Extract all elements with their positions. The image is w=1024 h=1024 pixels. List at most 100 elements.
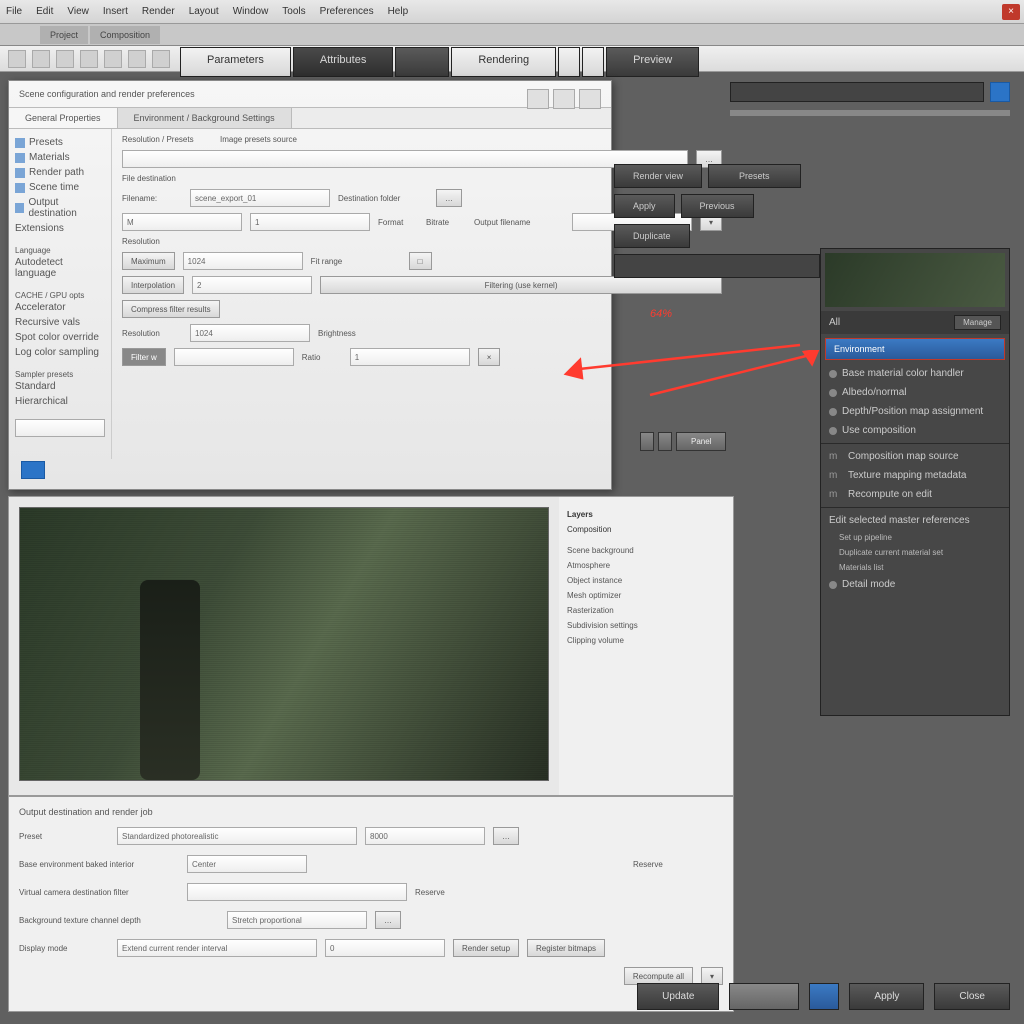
nav-materials[interactable]: Materials xyxy=(15,150,105,165)
dialog-close-icon[interactable] xyxy=(579,89,601,109)
input-bgtex[interactable] xyxy=(227,911,367,929)
dialog-min-icon[interactable] xyxy=(527,89,549,109)
panel-item[interactable]: Depth/Position map assignment xyxy=(821,402,1009,421)
nav-recursive[interactable]: Recursive vals xyxy=(15,315,105,330)
nav-log[interactable]: Log color sampling xyxy=(15,345,105,360)
input-resolution[interactable] xyxy=(122,150,688,168)
tab-blank2[interactable] xyxy=(558,47,580,77)
input-ratio[interactable] xyxy=(350,348,470,366)
interp-button[interactable]: Interpolation xyxy=(122,276,184,294)
mid-tool-icon[interactable] xyxy=(658,432,672,451)
apply-button[interactable]: Apply xyxy=(614,194,675,218)
input-display[interactable] xyxy=(117,939,317,957)
menu-file[interactable]: File xyxy=(6,6,22,17)
list-item[interactable]: Subdivision settings xyxy=(567,618,725,633)
dialog-max-icon[interactable] xyxy=(553,89,575,109)
tab-blank1[interactable] xyxy=(395,47,449,77)
compress-button[interactable]: Compress filter results xyxy=(122,300,220,318)
tab-parameters[interactable]: Parameters xyxy=(180,47,291,77)
panel-item[interactable]: mTexture mapping metadata xyxy=(821,466,1009,485)
menu-edit[interactable]: Edit xyxy=(36,6,53,17)
ratio-close-button[interactable]: × xyxy=(478,348,501,366)
panel-item[interactable]: Albedo/normal xyxy=(821,383,1009,402)
menu-help[interactable]: Help xyxy=(388,6,409,17)
fit-button[interactable]: □ xyxy=(409,252,432,270)
tab-blank3[interactable] xyxy=(582,47,604,77)
footer-update-button[interactable]: Update xyxy=(637,983,719,1010)
nav-search-input[interactable] xyxy=(15,419,105,437)
input-preset-num[interactable] xyxy=(365,827,485,845)
previous-button[interactable]: Previous xyxy=(681,194,754,218)
zoom-slider[interactable] xyxy=(730,110,1010,116)
filter-kernel-button[interactable]: Filtering (use kernel) xyxy=(320,276,722,294)
nav-scene-time[interactable]: Scene time xyxy=(15,180,105,195)
input-preset[interactable] xyxy=(117,827,357,845)
nav-presets[interactable]: Presets xyxy=(15,135,105,150)
list-item[interactable]: Rasterization xyxy=(567,603,725,618)
tab-rendering[interactable]: Rendering xyxy=(451,47,556,77)
nav-extensions[interactable]: Extensions xyxy=(15,221,105,236)
max-button[interactable]: Maximum xyxy=(122,252,175,270)
menu-insert[interactable]: Insert xyxy=(103,6,128,17)
panel-subitem[interactable]: Duplicate current material set xyxy=(821,545,1009,560)
nav-hier[interactable]: Hierarchical xyxy=(15,394,105,409)
list-item[interactable]: Scene background xyxy=(567,543,725,558)
menu-view[interactable]: View xyxy=(67,6,89,17)
panel-item[interactable]: Base material color handler xyxy=(821,364,1009,383)
panel-item[interactable]: mComposition map source xyxy=(821,447,1009,466)
footer-blank2-button[interactable] xyxy=(809,983,839,1010)
nav-standard[interactable]: Standard xyxy=(15,379,105,394)
input-filter-w[interactable] xyxy=(174,348,294,366)
input-base-env[interactable] xyxy=(187,855,307,873)
input-filename[interactable] xyxy=(190,189,330,207)
menu-tools[interactable]: Tools xyxy=(282,6,305,17)
input-m-val[interactable] xyxy=(250,213,370,231)
panel-item[interactable]: Detail mode xyxy=(821,575,1009,594)
footer-apply-button[interactable]: Apply xyxy=(849,983,924,1010)
menu-layout[interactable]: Layout xyxy=(189,6,219,17)
window-close-button[interactable]: × xyxy=(1002,4,1020,20)
nav-autodetect[interactable]: Autodetect language xyxy=(15,255,105,281)
right-mid-input[interactable] xyxy=(614,254,820,278)
doc-tab-composition[interactable]: Composition xyxy=(90,26,160,44)
panel-item[interactable]: Use composition xyxy=(821,421,1009,440)
presets-button[interactable]: Presets xyxy=(708,164,801,188)
dialog-ok-button[interactable] xyxy=(21,461,45,479)
mid-tool-panel[interactable]: Panel xyxy=(676,432,726,451)
tab-attributes[interactable]: Attributes xyxy=(293,47,393,77)
nav-output[interactable]: Output destination xyxy=(15,195,105,221)
panel-item[interactable]: mRecompute on edit xyxy=(821,485,1009,504)
panel-selected-item[interactable]: Environment xyxy=(825,338,1005,360)
manage-button[interactable]: Manage xyxy=(954,315,1001,330)
bgtex-button[interactable]: … xyxy=(375,911,401,929)
list-item[interactable]: Mesh optimizer xyxy=(567,588,725,603)
list-item[interactable]: Atmosphere xyxy=(567,558,725,573)
folder-browse-button[interactable]: … xyxy=(436,189,462,207)
menu-render[interactable]: Render xyxy=(142,6,175,17)
doc-tab-project[interactable]: Project xyxy=(40,26,88,44)
preset-browse-button[interactable]: … xyxy=(493,827,519,845)
list-item[interactable]: Object instance xyxy=(567,573,725,588)
nav-render-path[interactable]: Render path xyxy=(15,165,105,180)
subtab-general[interactable]: General Properties xyxy=(9,108,118,128)
attach-confirm-button[interactable] xyxy=(990,82,1010,102)
mid-tool-icon[interactable] xyxy=(640,432,654,451)
input-vcam[interactable] xyxy=(187,883,407,901)
panel-subitem[interactable]: Materials list xyxy=(821,560,1009,575)
nav-spot[interactable]: Spot color override xyxy=(15,330,105,345)
input-interp[interactable] xyxy=(192,276,312,294)
attach-input[interactable] xyxy=(730,82,984,102)
register-bitmaps-button[interactable]: Register bitmaps xyxy=(527,939,605,957)
menu-window[interactable]: Window xyxy=(233,6,269,17)
nav-accel[interactable]: Accelerator xyxy=(15,300,105,315)
list-item[interactable]: Clipping volume xyxy=(567,633,725,648)
render-view-button[interactable]: Render view xyxy=(614,164,702,188)
subtab-environment[interactable]: Environment / Background Settings xyxy=(118,108,292,128)
footer-close-button[interactable]: Close xyxy=(934,983,1010,1010)
input-m[interactable] xyxy=(122,213,242,231)
input-display-n[interactable] xyxy=(325,939,445,957)
menu-prefs[interactable]: Preferences xyxy=(320,6,374,17)
render-setup-button[interactable]: Render setup xyxy=(453,939,519,957)
tab-preview[interactable]: Preview xyxy=(606,47,699,77)
input-max[interactable] xyxy=(183,252,303,270)
